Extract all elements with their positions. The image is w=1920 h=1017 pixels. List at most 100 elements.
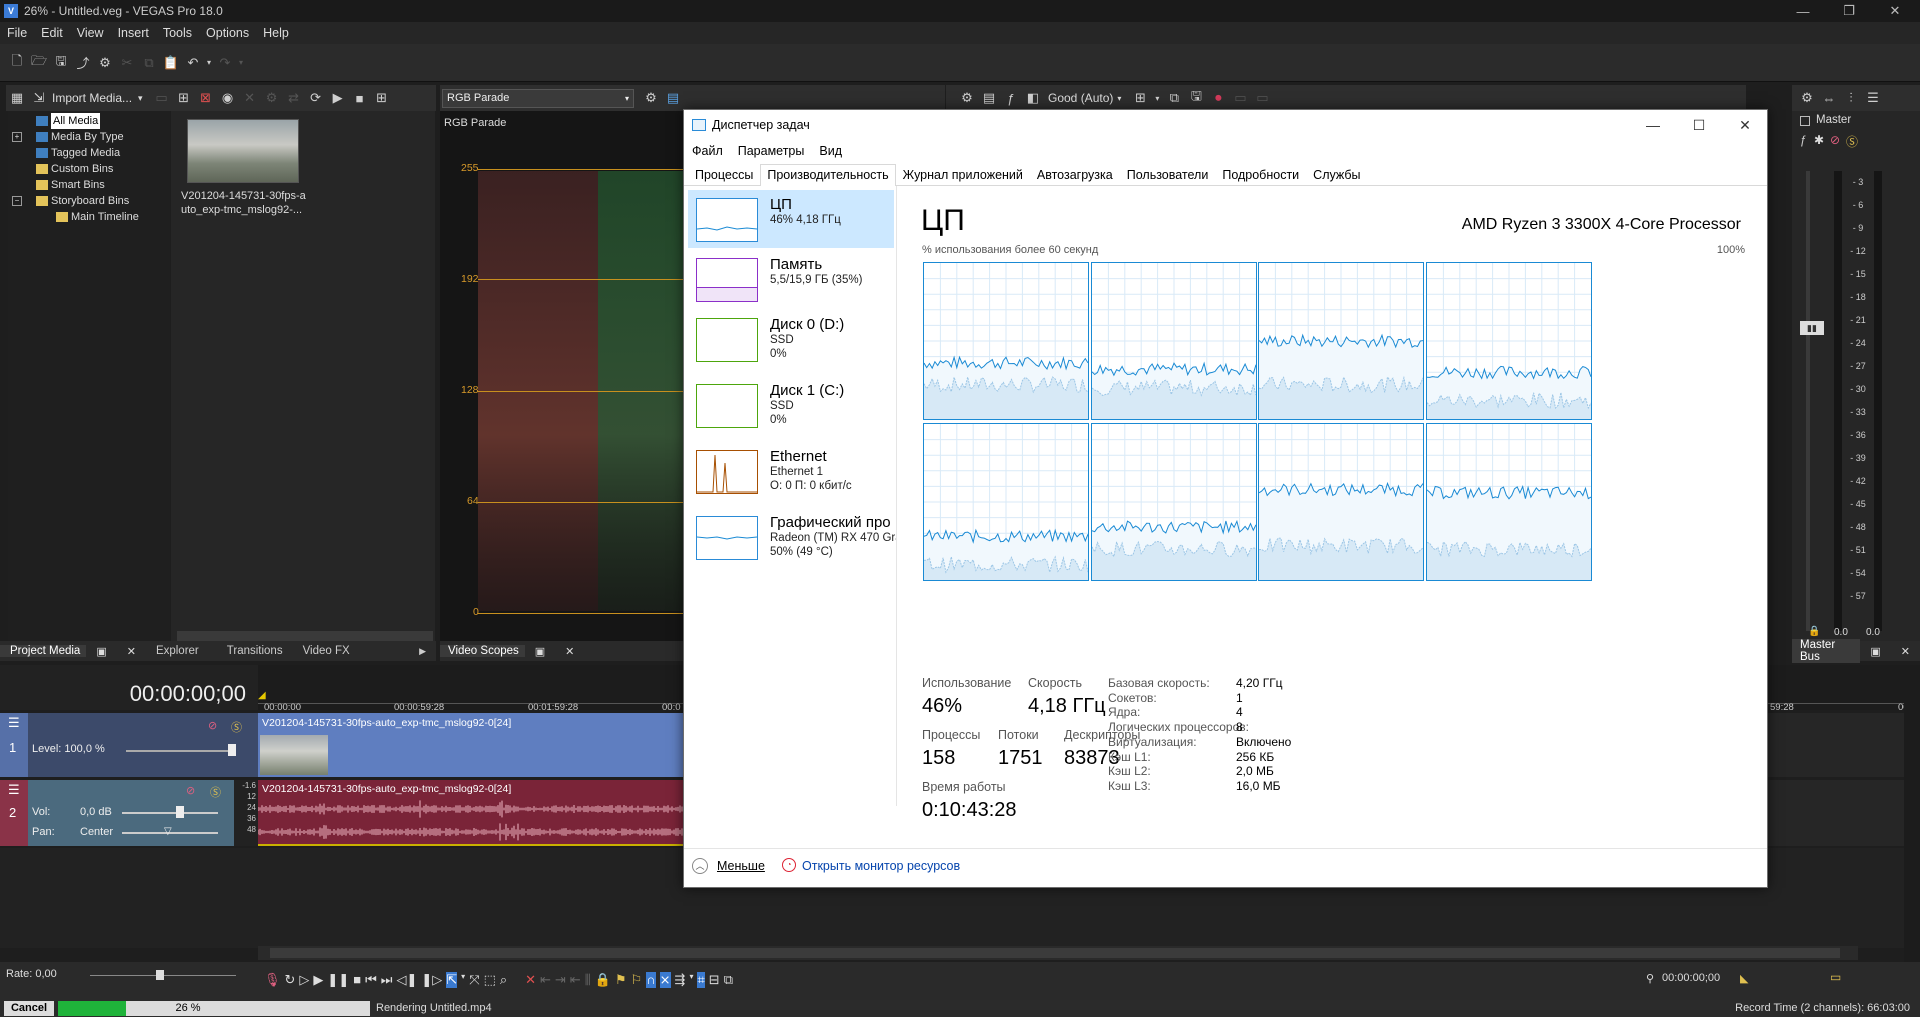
tm-side-disk0[interactable]: Диск 0 (D:) SSD 0% (688, 310, 894, 368)
auto-preview-icon[interactable]: ⇄ (283, 87, 305, 109)
preview-quality-select[interactable]: Good (Auto) (1048, 91, 1113, 105)
stop-icon[interactable]: ■ (349, 87, 371, 109)
ignore-grouping-icon[interactable]: ⊟ (709, 972, 720, 988)
tm-tab-services[interactable]: Службы (1306, 164, 1367, 185)
tm-side-ethernet[interactable]: Ethernet Ethernet 1 О: 0 П: 0 кбит/с (688, 442, 894, 500)
snapping-icon[interactable]: ∩ (646, 972, 656, 988)
update-scope-icon[interactable]: ▤ (662, 87, 684, 109)
audio-track-menu-icon[interactable]: ☰ (8, 782, 20, 798)
menu-view[interactable]: View (70, 26, 111, 40)
split-icon[interactable]: ⫼ (585, 972, 591, 988)
loop-icon[interactable]: ↻ (285, 972, 296, 988)
tab-master-bus[interactable]: Master Bus (1792, 639, 1861, 663)
ripple-dropdown-icon[interactable]: ▾ (689, 972, 693, 988)
master-fader-handle[interactable]: ▮▮ (1800, 321, 1824, 335)
video-event[interactable]: V201204-145731-30fps-auto_exp-tmc_mslog9… (258, 713, 683, 777)
stop-icon[interactable]: ■ (353, 972, 361, 988)
tm-side-gpu[interactable]: Графический про Radeon (TM) RX 470 Gra 5… (688, 508, 896, 566)
properties-icon[interactable]: ⚙ (261, 87, 283, 109)
media-thumbnail[interactable] (187, 119, 299, 183)
tm-tab-processes[interactable]: Процессы (688, 164, 760, 185)
delete-icon[interactable]: ✕ (239, 87, 261, 109)
tm-side-disk1[interactable]: Диск 1 (C:) SSD 0% (688, 376, 894, 434)
resource-monitor-link[interactable]: Открыть монитор ресурсов (802, 859, 960, 873)
audio-solo-icon[interactable]: Ⓢ (210, 784, 221, 800)
overlays-dropdown-icon[interactable]: ▾ (1151, 87, 1163, 109)
play-from-start-icon[interactable]: ▷ (299, 972, 309, 988)
master-fx-icon[interactable]: ƒ (1800, 133, 1807, 147)
play-icon[interactable]: ▶ (313, 972, 323, 988)
go-to-end-icon[interactable]: ⏭ (381, 972, 393, 988)
video-level-slider[interactable] (126, 750, 234, 752)
remove-media-icon[interactable]: ⊠ (195, 87, 217, 109)
ripple-icon[interactable]: ⇶ (675, 972, 686, 988)
record-icon[interactable]: ⏺ (1207, 87, 1229, 109)
media-fx-icon[interactable]: ◉ (217, 87, 239, 109)
menu-tools[interactable]: Tools (156, 26, 199, 40)
tree-item-main-timeline[interactable]: Main Timeline (8, 209, 170, 225)
volume-slider[interactable] (122, 812, 218, 814)
preview-extra2-icon[interactable]: ▭ (1251, 87, 1273, 109)
preview-extra-icon[interactable]: ▭ (1229, 87, 1251, 109)
tm-maximize-button[interactable]: ☐ (1676, 110, 1722, 140)
properties-gear-icon[interactable]: ⚙ (94, 52, 116, 74)
tab-project-media[interactable]: Project Media (0, 645, 87, 657)
tree-item-storyboard-bins[interactable]: − Storyboard Bins (8, 193, 170, 209)
preview-device-icon[interactable]: ▤ (978, 87, 1000, 109)
master-solo-icon[interactable]: Ⓢ (1846, 133, 1858, 150)
track-menu-icon[interactable]: ☰ (8, 715, 20, 731)
timeline-vscrollbar[interactable] (1904, 665, 1920, 965)
import-dropdown-icon[interactable]: ▾ (138, 93, 143, 104)
normal-edit-tool-icon[interactable]: ⇱ (446, 972, 458, 988)
master-mute-icon[interactable]: ⊘ (1830, 133, 1840, 147)
trim-icon[interactable]: ⇤ (540, 972, 551, 988)
tab-options-icon[interactable]: ▣ (86, 645, 116, 658)
minimize-button[interactable]: — (1780, 0, 1826, 22)
tm-tab-performance[interactable]: Производительность (760, 164, 896, 186)
rate-handle[interactable] (156, 970, 164, 980)
undo-icon[interactable]: ↶ (182, 52, 204, 74)
master-mixer-icon[interactable]: ⫶ (1840, 87, 1862, 109)
redo-dropdown-icon[interactable]: ▾ (236, 52, 246, 74)
menu-edit[interactable]: Edit (34, 26, 70, 40)
master-tab-close-icon[interactable]: ✕ (1891, 645, 1920, 658)
tab-transitions[interactable]: Transitions (209, 645, 293, 657)
import-media-button[interactable]: Import Media... (52, 91, 132, 105)
marker-icon[interactable]: ⚑ (615, 972, 627, 988)
import-media-icon[interactable]: ⇲ (28, 87, 50, 109)
cancel-render-button[interactable]: Cancel (4, 1001, 54, 1016)
redo-icon[interactable]: ↷ (214, 52, 236, 74)
region-icon[interactable]: ⚐ (631, 972, 643, 988)
menu-file[interactable]: File (0, 26, 34, 40)
tree-item-media-by-type[interactable]: + Media By Type (8, 129, 170, 145)
restore-button[interactable]: ❐ (1826, 0, 1872, 22)
undo-dropdown-icon[interactable]: ▾ (204, 52, 214, 74)
close-button[interactable]: ✕ (1872, 0, 1918, 22)
new-file-icon[interactable]: 🗋 (6, 52, 28, 74)
copy-snapshot-icon[interactable]: ⧉ (1163, 87, 1185, 109)
tree-item-custom-bins[interactable]: Custom Bins (8, 161, 170, 177)
video-mute-icon[interactable]: ⊘ (208, 719, 217, 732)
scopes-tab-options-icon[interactable]: ▣ (525, 645, 555, 658)
split-screen-icon[interactable]: ◧ (1022, 87, 1044, 109)
timecode-display[interactable]: 00:00:00;00 (130, 681, 246, 707)
tab-video-fx[interactable]: Video FX (293, 645, 360, 657)
tm-tab-startup[interactable]: Автозагрузка (1030, 164, 1120, 185)
tm-side-cpu[interactable]: ЦП 46% 4,18 ГГц (688, 190, 894, 248)
fewer-details-link[interactable]: Меньше (717, 859, 765, 873)
audio-track-header[interactable]: ☰ 2 ⊘ Ⓢ Vol: 0,0 dB Pan: Center ▽ -1.6 12… (0, 780, 258, 846)
tm-close-button[interactable]: ✕ (1722, 110, 1768, 140)
scope-type-select[interactable]: RGB Parade ▾ (442, 88, 634, 108)
zoom-tool-icon[interactable]: ⌕ (500, 972, 507, 988)
capture-icon[interactable]: ▭ (151, 87, 173, 109)
tab-explorer[interactable]: Explorer (146, 645, 209, 657)
tm-side-memory[interactable]: Память 5,5/15,9 ГБ (35%) (688, 250, 894, 308)
video-solo-icon[interactable]: Ⓢ (231, 719, 242, 735)
overlays-grid-icon[interactable]: ⊞ (1129, 87, 1151, 109)
grid-view-icon[interactable]: ⊞ (371, 87, 393, 109)
edit-tool-dropdown-icon[interactable]: ▾ (461, 972, 465, 988)
master-sliders-icon[interactable]: ☰ (1862, 87, 1884, 109)
play-icon[interactable]: ▶ (327, 87, 349, 109)
tm-tab-app-history[interactable]: Журнал приложений (896, 164, 1030, 185)
master-lock-icon[interactable]: 🔒 (1808, 626, 1820, 637)
